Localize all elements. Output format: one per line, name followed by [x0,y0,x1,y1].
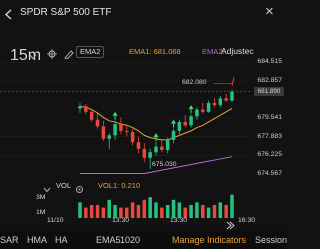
price-tick: 677.883 [257,132,282,140]
volume-bar [195,202,199,218]
candle-body [189,116,193,126]
candle-body [107,135,111,139]
candle-body [84,106,88,112]
volume-bar [160,207,164,218]
indicator-ha[interactable]: HA [55,235,68,245]
candle-body [148,152,152,158]
volume-axis-top: 3M [36,194,46,201]
crosshair-icon[interactable] [47,46,57,59]
time-label-3: 13:30 [170,217,188,224]
candle-body [165,139,170,150]
volume-settings-icon[interactable] [75,181,84,193]
sell-marker [231,77,235,86]
volume-bar [101,207,106,218]
buy-marker [112,111,118,116]
price-chart[interactable] [0,58,250,178]
price-tick: 676.225 [257,151,282,159]
volume-axis-bottom: 1M [36,209,46,216]
candle-body [206,102,211,112]
time-label-1: 11/10 [47,217,64,224]
close-button[interactable]: × [265,3,274,20]
buy-marker [153,133,159,138]
indicator-sar[interactable]: SAR [0,235,19,245]
candle-body [136,142,141,149]
volume-bar [154,202,158,218]
candle-body [224,98,228,101]
candle-body [130,132,135,143]
session-high-label: 682.080 [182,78,207,86]
candle-body [183,121,187,126]
volume-bar [148,197,152,218]
indicator-selector[interactable]: EMA2 [76,46,105,58]
candle-body [142,148,147,158]
session-low-label: 675.030 [152,160,177,168]
indicator-ema5[interactable]: EMA5 [96,235,121,245]
candle-body [101,126,106,139]
volume-bar [84,207,88,218]
volume-label: VOL [56,181,72,190]
candle-body [218,98,223,106]
volume-bar [171,199,176,218]
volume-bar [212,205,217,218]
candle-body [212,102,217,106]
volume-value: VOL1: 0.210 [98,181,141,190]
volume-bar [142,199,147,218]
price-tick: 674.567 [257,169,282,177]
volume-bar [78,202,82,218]
candle-body [119,124,123,131]
draw-tool-icon[interactable] [64,46,74,60]
volume-bar [177,202,182,218]
candle-body [195,109,199,117]
time-label-4: 16:30 [238,217,256,224]
volume-bar [189,205,193,218]
volume-bar [230,194,234,218]
candle-body [89,111,94,120]
candle-body [154,146,158,153]
candle-body [201,109,205,112]
candle-body [113,124,117,136]
manage-indicators-link[interactable]: Manage Indicators [172,235,246,245]
header-bar: SPDR S&P 500 ETF × [0,0,287,25]
volume-bar [95,205,100,218]
price-tick: 682.857 [257,76,282,84]
volume-collapse-icon[interactable] [43,181,51,193]
indicator-1020[interactable]: 1020 [120,235,140,245]
adjust-toggle[interactable]: Adjustec [221,47,254,56]
indicator-session[interactable]: Session [255,235,287,245]
price-tick: 679.541 [257,114,282,122]
volume-bar [107,199,111,218]
candle-body [78,106,82,109]
candle-body [125,130,129,133]
indicator-value-ema1: EMA1: 681.068 [129,47,181,56]
volume-bar [130,202,135,218]
volume-bar [201,205,205,218]
chevron-down-icon[interactable] [29,48,37,60]
buy-marker [171,119,177,124]
time-label-2: 13:30 [112,217,130,224]
volume-bar [136,205,141,218]
indicator-hma[interactable]: HMA [27,235,47,245]
current-price-tag: 681.890 [254,87,284,97]
volume-bar [89,205,94,218]
back-arrow-icon[interactable] [4,7,15,20]
candle-body [230,91,234,101]
volume-bar [165,205,170,218]
candle-body [171,130,176,140]
symbol-title: SPDR S&P 500 ETF [20,7,112,18]
price-tick: 684.515 [257,58,282,66]
volume-bar [218,202,223,218]
scroll-to-latest-icon[interactable] [226,217,235,230]
candle-body [95,119,100,127]
candle-body [160,146,164,150]
candle-body [177,121,182,131]
indicator-bar: SAR HMA HA EMA5 1020 Manage Indicators S… [0,231,287,249]
buy-marker [188,105,194,110]
volume-bar [206,207,211,218]
